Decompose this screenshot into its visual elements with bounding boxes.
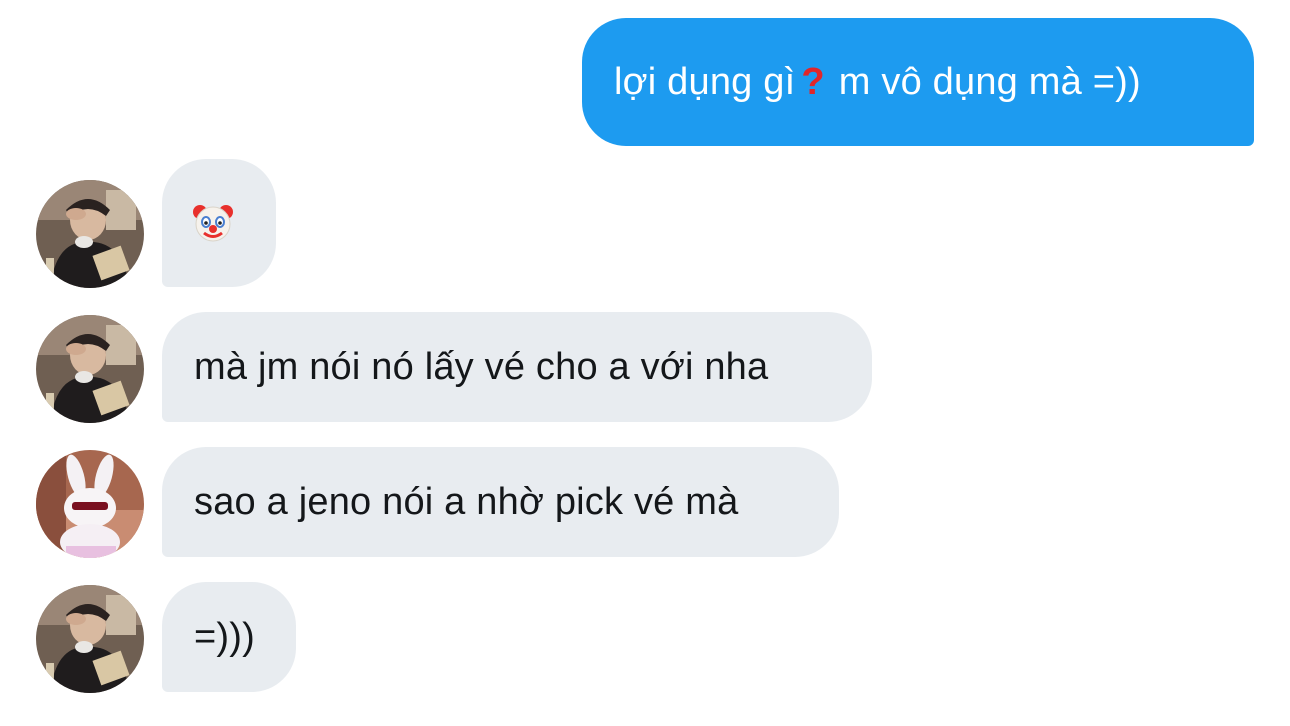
- person-avatar[interactable]: [36, 180, 144, 288]
- incoming-message-bubble[interactable]: [162, 159, 276, 287]
- person-avatar[interactable]: [36, 315, 144, 423]
- clown-face-emoji: [193, 205, 233, 242]
- message-text: =))): [194, 616, 255, 658]
- message-text: mà jm nói nó lấy vé cho a với nha: [194, 346, 769, 388]
- bunny-avatar-image: [36, 450, 144, 558]
- message-text: m vô dụng mà =)): [838, 61, 1141, 103]
- incoming-message-bubble[interactable]: mà jm nói nó lấy vé cho a với nha: [162, 312, 872, 422]
- person-avatar-image: [36, 585, 144, 693]
- message-thread: lợi dụng gì ? m vô dụng mà =)) mà jm nói…: [0, 0, 1290, 726]
- incoming-message-bubble[interactable]: =))): [162, 582, 296, 692]
- incoming-message-bubble[interactable]: sao a jeno nói a nhờ pick vé mà: [162, 447, 839, 557]
- message-text: lợi dụng gì: [614, 61, 796, 103]
- bunny-avatar[interactable]: [36, 450, 144, 558]
- person-avatar-image: [36, 315, 144, 423]
- person-avatar-image: [36, 180, 144, 288]
- person-avatar[interactable]: [36, 585, 144, 693]
- question-mark-emoji: ?: [801, 61, 825, 103]
- message-text: sao a jeno nói a nhờ pick vé mà: [194, 481, 739, 523]
- outgoing-message-bubble[interactable]: lợi dụng gì ? m vô dụng mà =)): [582, 18, 1254, 146]
